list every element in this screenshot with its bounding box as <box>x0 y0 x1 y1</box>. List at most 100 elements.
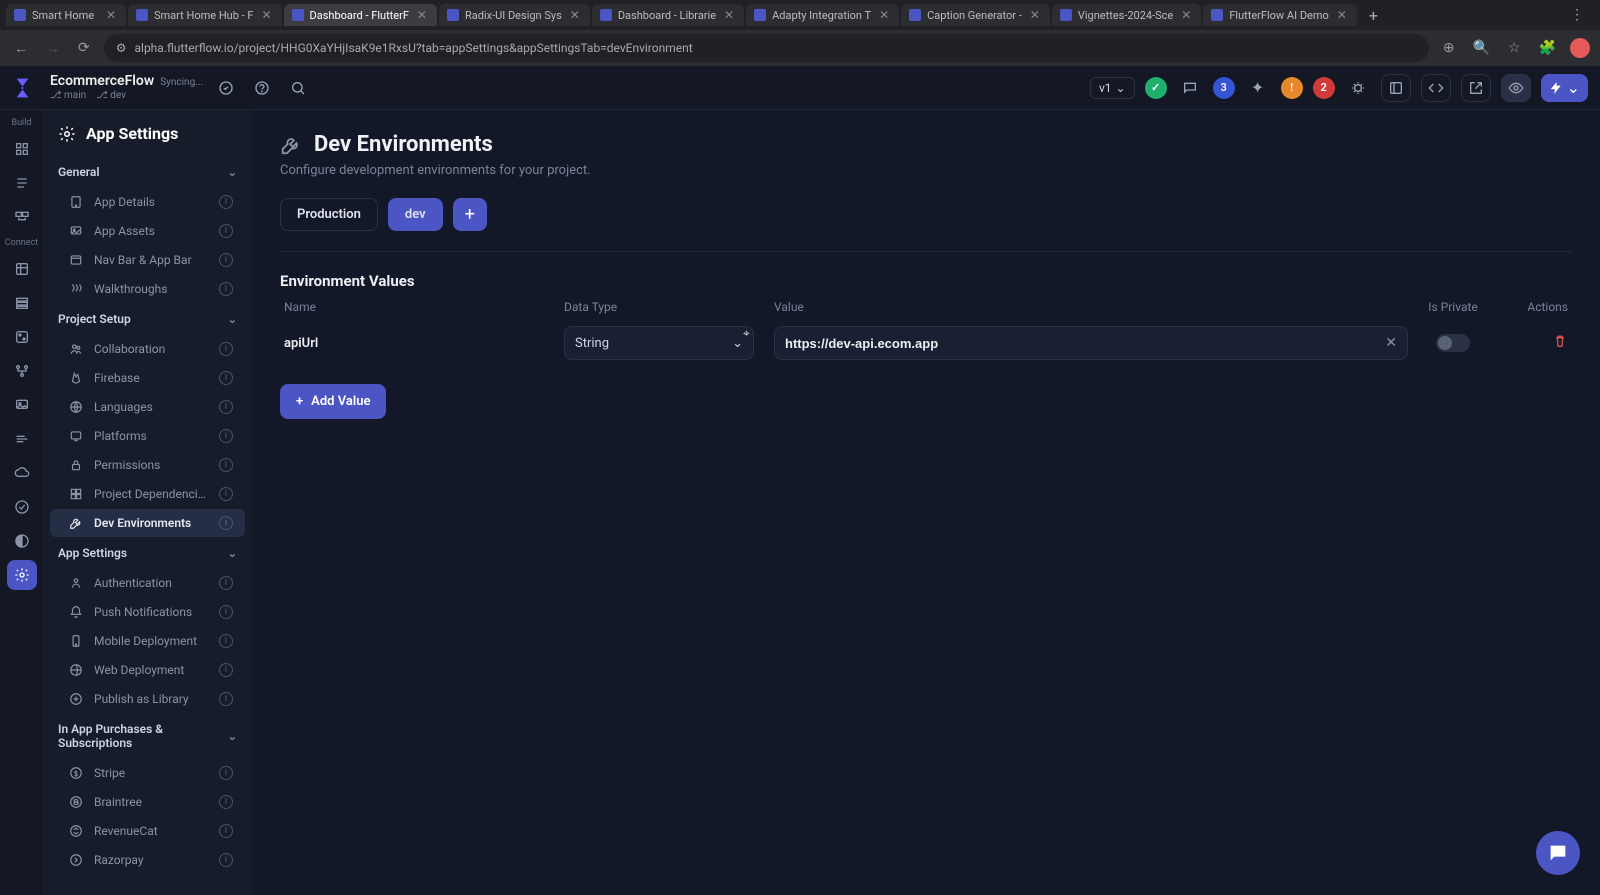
sidebar-item-authentication[interactable]: Authentication i <box>50 569 245 597</box>
bug-icon[interactable] <box>1345 75 1371 101</box>
env-tab-production[interactable]: Production <box>280 198 378 231</box>
sparkle-icon[interactable]: ✦ <box>1245 75 1271 101</box>
info-icon[interactable]: i <box>219 400 233 414</box>
sidebar-item-languages[interactable]: Languages i <box>50 393 245 421</box>
close-icon[interactable]: ✕ <box>1179 8 1193 22</box>
preview-icon[interactable] <box>1501 74 1531 102</box>
info-icon[interactable]: i <box>219 576 233 590</box>
sidebar-item-web-deployment[interactable]: Web Deployment i <box>50 656 245 684</box>
branch-dev-label[interactable]: ⎇ dev <box>96 90 126 101</box>
sidebar-item-collaboration[interactable]: Collaboration i <box>50 335 245 363</box>
info-icon[interactable]: i <box>219 795 233 809</box>
share-icon[interactable] <box>1461 74 1491 102</box>
browser-tab[interactable]: Dashboard - FlutterF ✕ <box>284 4 437 26</box>
sidebar-group-header[interactable]: Project Setup⌄ <box>44 304 251 334</box>
rail-customcode-icon[interactable] <box>7 424 37 454</box>
rail-page-tree-icon[interactable] <box>7 168 37 198</box>
developer-menu-icon[interactable] <box>1421 74 1451 102</box>
bookmark-icon[interactable]: ☆ <box>1504 38 1525 58</box>
browser-tab[interactable]: Adapty Integration T ✕ <box>746 4 899 26</box>
rail-datatypes-icon[interactable] <box>7 288 37 318</box>
status-check-icon[interactable]: ✓ <box>1145 77 1167 99</box>
rail-appstate-icon[interactable] <box>7 322 37 352</box>
info-icon[interactable]: i <box>219 224 233 238</box>
forward-icon[interactable]: → <box>42 36 64 61</box>
search-icon[interactable] <box>285 75 311 101</box>
rail-storyboard-icon[interactable] <box>7 202 37 232</box>
value-input[interactable] <box>785 336 1377 351</box>
rail-widget-tree-icon[interactable] <box>7 134 37 164</box>
close-icon[interactable]: ✕ <box>259 8 273 22</box>
rail-theme-icon[interactable] <box>7 526 37 556</box>
info-icon[interactable]: i <box>219 458 233 472</box>
info-icon[interactable]: i <box>219 663 233 677</box>
chat-bubble-button[interactable] <box>1536 831 1580 875</box>
browser-tab[interactable]: Caption Generator - ✕ <box>901 4 1050 26</box>
sidebar-item-dev-environments[interactable]: Dev Environments i <box>50 509 245 537</box>
sidebar-item-project-dependencies[interactable]: Project Dependencies i <box>50 480 245 508</box>
info-icon[interactable]: i <box>219 605 233 619</box>
branch-main-label[interactable]: ⎇ main <box>50 90 86 101</box>
sidebar-group-header[interactable]: General⌄ <box>44 157 251 187</box>
info-icon[interactable]: i <box>219 766 233 780</box>
browser-tab[interactable]: Vignettes-2024-Sce ✕ <box>1052 4 1201 26</box>
new-tab-button[interactable]: + <box>1359 6 1388 25</box>
reload-icon[interactable]: ⟳ <box>74 36 94 60</box>
error-badge[interactable]: 2 <box>1313 77 1335 99</box>
rail-api-icon[interactable] <box>7 356 37 386</box>
sidebar-item-razorpay[interactable]: Razorpay i <box>50 846 245 874</box>
warning-badge-icon[interactable]: ! <box>1281 77 1303 99</box>
close-icon[interactable]: ✕ <box>877 8 891 22</box>
rail-cloudfunc-icon[interactable] <box>7 458 37 488</box>
is-private-toggle[interactable] <box>1436 334 1470 352</box>
sidebar-item-platforms[interactable]: Platforms i <box>50 422 245 450</box>
info-icon[interactable]: i <box>219 342 233 356</box>
back-icon[interactable]: ← <box>10 36 32 61</box>
info-icon[interactable]: i <box>219 516 233 530</box>
add-environment-button[interactable]: + <box>453 198 487 231</box>
sidebar-item-publish-as-library[interactable]: Publish as Library i <box>50 685 245 713</box>
clear-icon[interactable]: ✕ <box>1385 335 1397 351</box>
install-icon[interactable]: ⊕ <box>1439 38 1459 58</box>
info-icon[interactable]: i <box>219 853 233 867</box>
close-icon[interactable]: ✕ <box>568 8 582 22</box>
version-selector[interactable]: v1 ⌄ <box>1090 77 1135 99</box>
info-icon[interactable]: i <box>219 487 233 501</box>
sidebar-item-push-notifications[interactable]: Push Notifications i <box>50 598 245 626</box>
sidebar-item-app-assets[interactable]: App Assets i <box>50 217 245 245</box>
info-icon[interactable]: i <box>219 195 233 209</box>
sidebar-item-walkthroughs[interactable]: Walkthroughs i <box>50 275 245 303</box>
close-icon[interactable]: ✕ <box>1028 8 1042 22</box>
url-bar[interactable]: ⚙ alpha.flutterflow.io/project/HHG0XaYHj… <box>104 34 1429 62</box>
comments-icon[interactable] <box>1177 75 1203 101</box>
close-icon[interactable]: ✕ <box>104 8 118 22</box>
canvas-settings-icon[interactable] <box>1381 74 1411 102</box>
browser-tab[interactable]: Smart Home ✕ <box>6 4 126 26</box>
rail-tests-icon[interactable] <box>7 492 37 522</box>
sidebar-item-app-details[interactable]: App Details i <box>50 188 245 216</box>
zoom-icon[interactable]: 🔍 <box>1469 38 1494 58</box>
add-value-button[interactable]: + Add Value <box>280 384 386 419</box>
close-icon[interactable]: ✕ <box>1335 8 1349 22</box>
info-icon[interactable]: i <box>219 824 233 838</box>
profile-avatar[interactable] <box>1570 38 1590 58</box>
sidebar-group-header[interactable]: App Settings⌄ <box>44 538 251 568</box>
sidebar-item-stripe[interactable]: Stripe i <box>50 759 245 787</box>
info-icon[interactable]: i <box>219 253 233 267</box>
sidebar-item-revenuecat[interactable]: RevenueCat i <box>50 817 245 845</box>
browser-tab[interactable]: Smart Home Hub - F ✕ <box>128 4 282 26</box>
browser-tab[interactable]: Dashboard - Librarie ✕ <box>592 4 744 26</box>
sidebar-group-header[interactable]: In App Purchases & Subscriptions⌄ <box>44 714 251 758</box>
sidebar-item-braintree[interactable]: Braintree i <box>50 788 245 816</box>
info-icon[interactable]: i <box>219 634 233 648</box>
delete-icon[interactable] <box>1552 333 1568 353</box>
env-tab-dev[interactable]: dev <box>388 198 443 231</box>
help-icon[interactable] <box>249 75 275 101</box>
sidebar-item-nav-bar-app-bar[interactable]: Nav Bar & App Bar i <box>50 246 245 274</box>
rail-firestore-icon[interactable] <box>7 254 37 284</box>
rail-settings-icon[interactable] <box>7 560 37 590</box>
sidebar-item-permissions[interactable]: Permissions i <box>50 451 245 479</box>
chrome-menu-icon[interactable]: ⋮ <box>1560 7 1594 23</box>
sidebar-item-firebase[interactable]: Firebase i <box>50 364 245 392</box>
site-info-icon[interactable]: ⚙ <box>116 41 127 55</box>
